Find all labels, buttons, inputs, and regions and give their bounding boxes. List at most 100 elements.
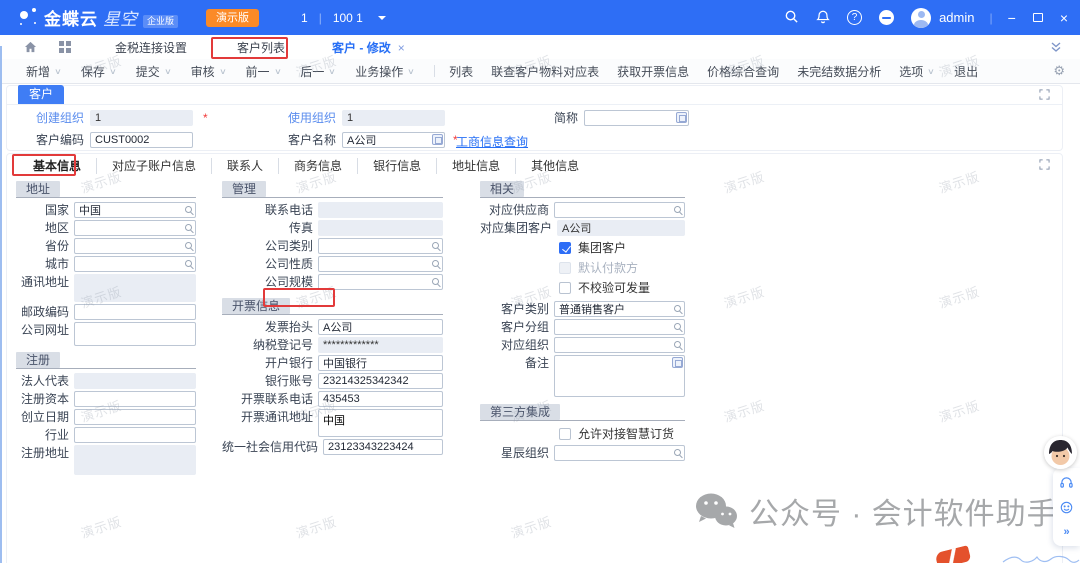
menu-business-ops[interactable]: 业务操作 <box>355 63 414 80</box>
reg-address-textarea[interactable] <box>74 445 196 475</box>
action-exit[interactable]: 退出 <box>954 63 978 80</box>
lookup-magnifier-icon[interactable] <box>674 449 681 456</box>
company-nature-input[interactable] <box>318 256 443 272</box>
org-context-switcher[interactable]: 1 | 100 1 <box>301 11 386 25</box>
lookup-magnifier-icon[interactable] <box>185 224 192 231</box>
supplier-input[interactable] <box>554 202 685 218</box>
username[interactable]: admin <box>939 10 974 25</box>
menu-options[interactable]: 选项 <box>899 63 934 80</box>
tab-contacts[interactable]: 联系人 <box>211 158 278 174</box>
expand-panel-icon[interactable] <box>1039 89 1050 100</box>
credit-code-input[interactable] <box>323 439 443 455</box>
province-input[interactable] <box>74 238 196 254</box>
invoice-address-textarea[interactable]: 中国 <box>318 409 443 437</box>
star-org-input[interactable] <box>554 445 685 461</box>
assist-icon[interactable] <box>432 134 443 145</box>
tab-business-info[interactable]: 商务信息 <box>278 158 357 174</box>
lookup-magnifier-icon[interactable] <box>185 242 192 249</box>
fax-input[interactable] <box>318 220 443 236</box>
expand-panel-icon[interactable] <box>1039 159 1050 170</box>
action-linked-material-table[interactable]: 联查客户物料对应表 <box>491 63 599 80</box>
customer-service-avatar[interactable] <box>1044 436 1077 469</box>
action-list[interactable]: 列表 <box>449 63 473 80</box>
country-input[interactable] <box>74 202 196 218</box>
checkbox-row-no-check-qty[interactable]: 不校验可发量 <box>559 279 685 296</box>
tab-close-icon[interactable]: × <box>398 41 405 55</box>
gear-icon[interactable] <box>1053 63 1065 79</box>
tax-reg-no-input[interactable] <box>318 337 443 353</box>
lookup-magnifier-icon[interactable] <box>432 278 439 285</box>
assist-icon[interactable] <box>672 357 683 368</box>
company-scale-input[interactable] <box>318 274 443 290</box>
minimize-button[interactable]: − <box>1008 11 1016 25</box>
customer-group-input[interactable] <box>554 319 685 335</box>
menu-audit[interactable]: 审核 <box>191 63 226 80</box>
business-info-query-link[interactable]: 工商信息查询 <box>456 133 528 150</box>
bank-input[interactable] <box>318 355 443 371</box>
notification-bell-icon[interactable] <box>816 9 830 27</box>
capital-input[interactable] <box>74 391 196 407</box>
smiley-feedback-icon[interactable] <box>1060 501 1073 517</box>
remark-textarea[interactable] <box>554 355 685 397</box>
found-date-input[interactable] <box>74 409 196 425</box>
more-chevrons-icon[interactable] <box>1063 526 1069 538</box>
lookup-magnifier-icon[interactable] <box>674 323 681 330</box>
tab-sub-account[interactable]: 对应子账户信息 <box>96 158 211 174</box>
lookup-magnifier-icon[interactable] <box>674 341 681 348</box>
maximize-button[interactable] <box>1033 13 1043 22</box>
create-org-input[interactable] <box>90 110 193 126</box>
help-icon[interactable]: ? <box>847 10 862 25</box>
menu-next[interactable]: 后一 <box>300 63 335 80</box>
company-category-input[interactable] <box>318 238 443 254</box>
region-input[interactable] <box>74 220 196 236</box>
customer-code-input[interactable] <box>90 132 193 148</box>
comm-address-textarea[interactable] <box>74 274 196 302</box>
checkbox-row-default-payer[interactable]: 默认付款方 <box>559 259 685 276</box>
action-price-query[interactable]: 价格综合查询 <box>707 63 779 80</box>
headset-icon[interactable] <box>1060 476 1073 492</box>
checkbox-checked-icon[interactable] <box>559 242 571 254</box>
bank-account-input[interactable] <box>318 373 443 389</box>
lookup-magnifier-icon[interactable] <box>432 242 439 249</box>
tab-address-info[interactable]: 地址信息 <box>436 158 515 174</box>
mapped-org-input[interactable] <box>554 337 685 353</box>
checkbox-row-smart-order[interactable]: 允许对接智慧订货 <box>559 425 685 442</box>
lookup-magnifier-icon[interactable] <box>674 206 681 213</box>
assist-icon[interactable] <box>676 112 687 123</box>
action-get-invoice-info[interactable]: 获取开票信息 <box>617 63 689 80</box>
tab-basic-info[interactable]: 基本信息 <box>18 158 96 174</box>
user-avatar[interactable] <box>911 8 931 28</box>
apps-grid-icon[interactable] <box>59 41 64 46</box>
industry-input[interactable] <box>74 427 196 443</box>
tab-customer-list[interactable]: 客户列表 <box>212 39 310 56</box>
invoice-phone-input[interactable] <box>318 391 443 407</box>
status-dnd-icon[interactable] <box>879 10 894 25</box>
use-org-input[interactable] <box>342 110 445 126</box>
city-input[interactable] <box>74 256 196 272</box>
lookup-magnifier-icon[interactable] <box>674 305 681 312</box>
lookup-magnifier-icon[interactable] <box>185 206 192 213</box>
invoice-title-input[interactable] <box>318 319 443 335</box>
close-button[interactable]: × <box>1060 11 1068 25</box>
short-name-input[interactable] <box>584 110 689 126</box>
checkbox-unchecked-icon[interactable] <box>559 282 571 294</box>
phone-input[interactable] <box>318 202 443 218</box>
customer-category-input[interactable] <box>554 301 685 317</box>
menu-new[interactable]: 新增 <box>26 63 61 80</box>
search-icon[interactable] <box>784 9 799 27</box>
lookup-magnifier-icon[interactable] <box>432 260 439 267</box>
menu-previous[interactable]: 前一 <box>246 63 281 80</box>
home-icon[interactable] <box>24 41 37 53</box>
tab-other-info[interactable]: 其他信息 <box>515 158 594 174</box>
website-input[interactable] <box>74 322 196 346</box>
lookup-magnifier-icon[interactable] <box>185 260 192 267</box>
tab-tax-connection[interactable]: 金税连接设置 <box>90 39 212 56</box>
collapse-double-chevron-icon[interactable] <box>1050 41 1062 53</box>
menu-save[interactable]: 保存 <box>81 63 116 80</box>
postcode-input[interactable] <box>74 304 196 320</box>
menu-submit[interactable]: 提交 <box>136 63 171 80</box>
action-unfinished-analysis[interactable]: 未完结数据分析 <box>797 63 881 80</box>
tab-customer-edit[interactable]: 客户 - 修改× <box>310 39 415 56</box>
checkbox-unchecked-icon[interactable] <box>559 428 571 440</box>
group-customer-input[interactable] <box>557 220 685 236</box>
